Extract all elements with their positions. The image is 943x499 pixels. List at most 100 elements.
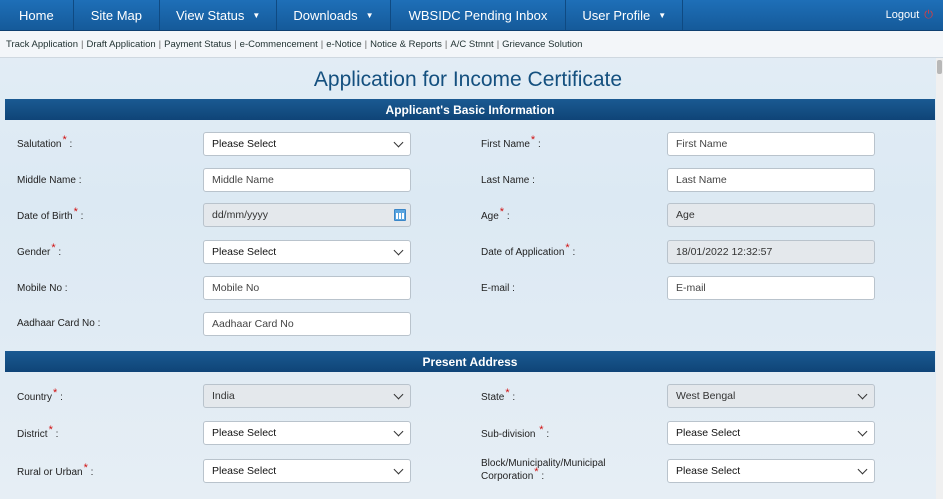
caret-down-icon: ▼ bbox=[658, 10, 667, 20]
subnav-notice-reports[interactable]: Notice & Reports bbox=[370, 39, 442, 50]
nav-user-profile[interactable]: User Profile ▼ bbox=[566, 0, 684, 30]
salutation-label: Salutation* : bbox=[17, 134, 73, 150]
district-value: Please Select bbox=[212, 427, 277, 439]
last-name-label: Last Name : bbox=[481, 175, 535, 186]
block-value: Please Select bbox=[676, 465, 741, 477]
caret-down-icon: ▼ bbox=[252, 10, 261, 20]
state-select[interactable]: West Bengal bbox=[667, 384, 875, 408]
subdivision-label: Sub-division * : bbox=[481, 424, 550, 440]
salutation-select[interactable]: Please Select bbox=[203, 132, 411, 156]
state-value: West Bengal bbox=[676, 390, 736, 402]
country-select[interactable]: India bbox=[203, 384, 411, 408]
email-input[interactable]: E-mail bbox=[667, 276, 875, 300]
salutation-label-text: Salutation bbox=[17, 139, 62, 150]
last-name-placeholder: Last Name bbox=[676, 174, 727, 186]
divider: | bbox=[234, 38, 237, 50]
last-name-input[interactable]: Last Name bbox=[667, 168, 875, 192]
date-of-application-input: 18/01/2022 12:32:57 bbox=[667, 240, 875, 264]
rural-urban-select[interactable]: Please Select bbox=[203, 459, 411, 483]
rural-urban-label-text: Rural or Urban bbox=[17, 467, 83, 478]
chevron-down-icon bbox=[393, 245, 404, 255]
chevron-down-icon bbox=[857, 464, 868, 474]
aadhaar-placeholder: Aadhaar Card No bbox=[212, 318, 294, 330]
dob-label-text: Date of Birth bbox=[17, 211, 73, 222]
block-label-line2-wrap: Corporation* : bbox=[481, 466, 545, 482]
dob-input[interactable]: dd/mm/yyyy bbox=[203, 203, 411, 227]
required-marker: * bbox=[565, 242, 570, 254]
chevron-down-icon bbox=[393, 389, 404, 399]
email-placeholder: E-mail bbox=[676, 282, 706, 294]
subdivision-select[interactable]: Please Select bbox=[667, 421, 875, 445]
divider: | bbox=[158, 38, 162, 50]
state-label-text: State bbox=[481, 392, 505, 403]
chevron-down-icon bbox=[857, 426, 868, 436]
subdivision-value: Please Select bbox=[676, 427, 741, 439]
nav-home-label: Home bbox=[19, 7, 54, 23]
required-marker: * bbox=[530, 134, 536, 146]
date-of-application-value: 18/01/2022 12:32:57 bbox=[676, 246, 773, 258]
nav-site-map[interactable]: Site Map bbox=[74, 0, 160, 30]
first-name-input[interactable]: First Name bbox=[667, 132, 875, 156]
logout-label: Logout bbox=[885, 9, 920, 21]
power-icon: ⏻ bbox=[924, 8, 933, 21]
divider: | bbox=[81, 38, 84, 50]
scrollbar-thumb[interactable] bbox=[937, 60, 942, 74]
subnav-e-notice[interactable]: e-Notice bbox=[326, 39, 361, 50]
aadhaar-input[interactable]: Aadhaar Card No bbox=[203, 312, 411, 336]
age-label: Age* : bbox=[481, 206, 510, 222]
subnav-draft-application[interactable]: Draft Application bbox=[86, 39, 155, 50]
required-marker: * bbox=[534, 466, 539, 478]
nav-downloads-label: Downloads bbox=[293, 7, 358, 23]
block-label: Block/Municipality/Municipal Corporation… bbox=[481, 458, 606, 483]
state-label: State* : bbox=[481, 387, 516, 403]
chevron-down-icon bbox=[393, 464, 404, 474]
nav-home[interactable]: Home bbox=[0, 0, 74, 30]
top-navigation: Home Site Map View Status ▼ Downloads ▼ WB… bbox=[0, 0, 943, 31]
divider: | bbox=[364, 38, 368, 50]
subnav-e-commencement[interactable]: e-Commencement bbox=[240, 39, 318, 50]
block-select[interactable]: Please Select bbox=[667, 459, 875, 483]
section-present-address-header: Present Address bbox=[5, 351, 935, 372]
gender-select[interactable]: Please Select bbox=[203, 240, 411, 264]
subnav-payment-status[interactable]: Payment Status bbox=[164, 39, 231, 50]
date-of-application-label-text: Date of Application bbox=[481, 247, 565, 258]
chevron-down-icon bbox=[393, 426, 404, 436]
nav-view-status[interactable]: View Status ▼ bbox=[160, 0, 278, 30]
first-name-label-text: First Name bbox=[481, 139, 530, 150]
sub-navigation: Track Application | Draft Application | Pa… bbox=[0, 31, 943, 58]
district-select[interactable]: Please Select bbox=[203, 421, 411, 445]
nav-wbsidc-pending-inbox[interactable]: WBSIDC Pending Inbox bbox=[391, 0, 567, 30]
logout-link[interactable]: Logout ⏻ bbox=[886, 0, 943, 30]
subnav-grievance-solution[interactable]: Grievance Solution bbox=[502, 39, 582, 50]
required-marker: * bbox=[539, 424, 544, 436]
salutation-value: Please Select bbox=[212, 138, 277, 150]
divider: | bbox=[320, 38, 324, 50]
nav-downloads[interactable]: Downloads ▼ bbox=[277, 0, 391, 30]
page-title: Application for Income Certificate bbox=[313, 68, 623, 91]
subnav-ac-stmnt[interactable]: A/C Stmnt bbox=[450, 39, 493, 50]
gender-label-text: Gender bbox=[17, 247, 51, 258]
rural-urban-label: Rural or Urban* : bbox=[17, 462, 94, 478]
subnav-track-application[interactable]: Track Application bbox=[6, 39, 78, 50]
first-name-label: First Name* : bbox=[481, 134, 541, 150]
vertical-scrollbar[interactable] bbox=[936, 58, 943, 499]
nav-wbsidc-label: WBSIDC Pending Inbox bbox=[408, 7, 548, 23]
country-label-text: Country bbox=[17, 392, 53, 403]
gender-value: Please Select bbox=[212, 246, 277, 258]
nav-user-profile-label: User Profile bbox=[582, 7, 651, 23]
section-basic-info-header: Applicant's Basic Information bbox=[5, 99, 935, 120]
chevron-down-icon bbox=[857, 389, 868, 399]
date-of-application-label: Date of Application* : bbox=[481, 242, 576, 258]
required-marker: * bbox=[73, 206, 78, 218]
gender-label: Gender* : bbox=[17, 242, 62, 258]
country-label: Country* : bbox=[17, 387, 63, 403]
middle-name-input[interactable]: Middle Name bbox=[203, 168, 411, 192]
divider: | bbox=[444, 38, 448, 50]
mobile-input[interactable]: Mobile No bbox=[203, 276, 411, 300]
district-label: District* : bbox=[17, 424, 59, 440]
district-label-text: District bbox=[17, 429, 48, 440]
email-label: E-mail : bbox=[481, 283, 515, 294]
block-label-line1: Block/Municipality/Municipal bbox=[481, 458, 606, 469]
calendar-icon[interactable] bbox=[394, 209, 406, 221]
required-marker: * bbox=[499, 206, 505, 218]
